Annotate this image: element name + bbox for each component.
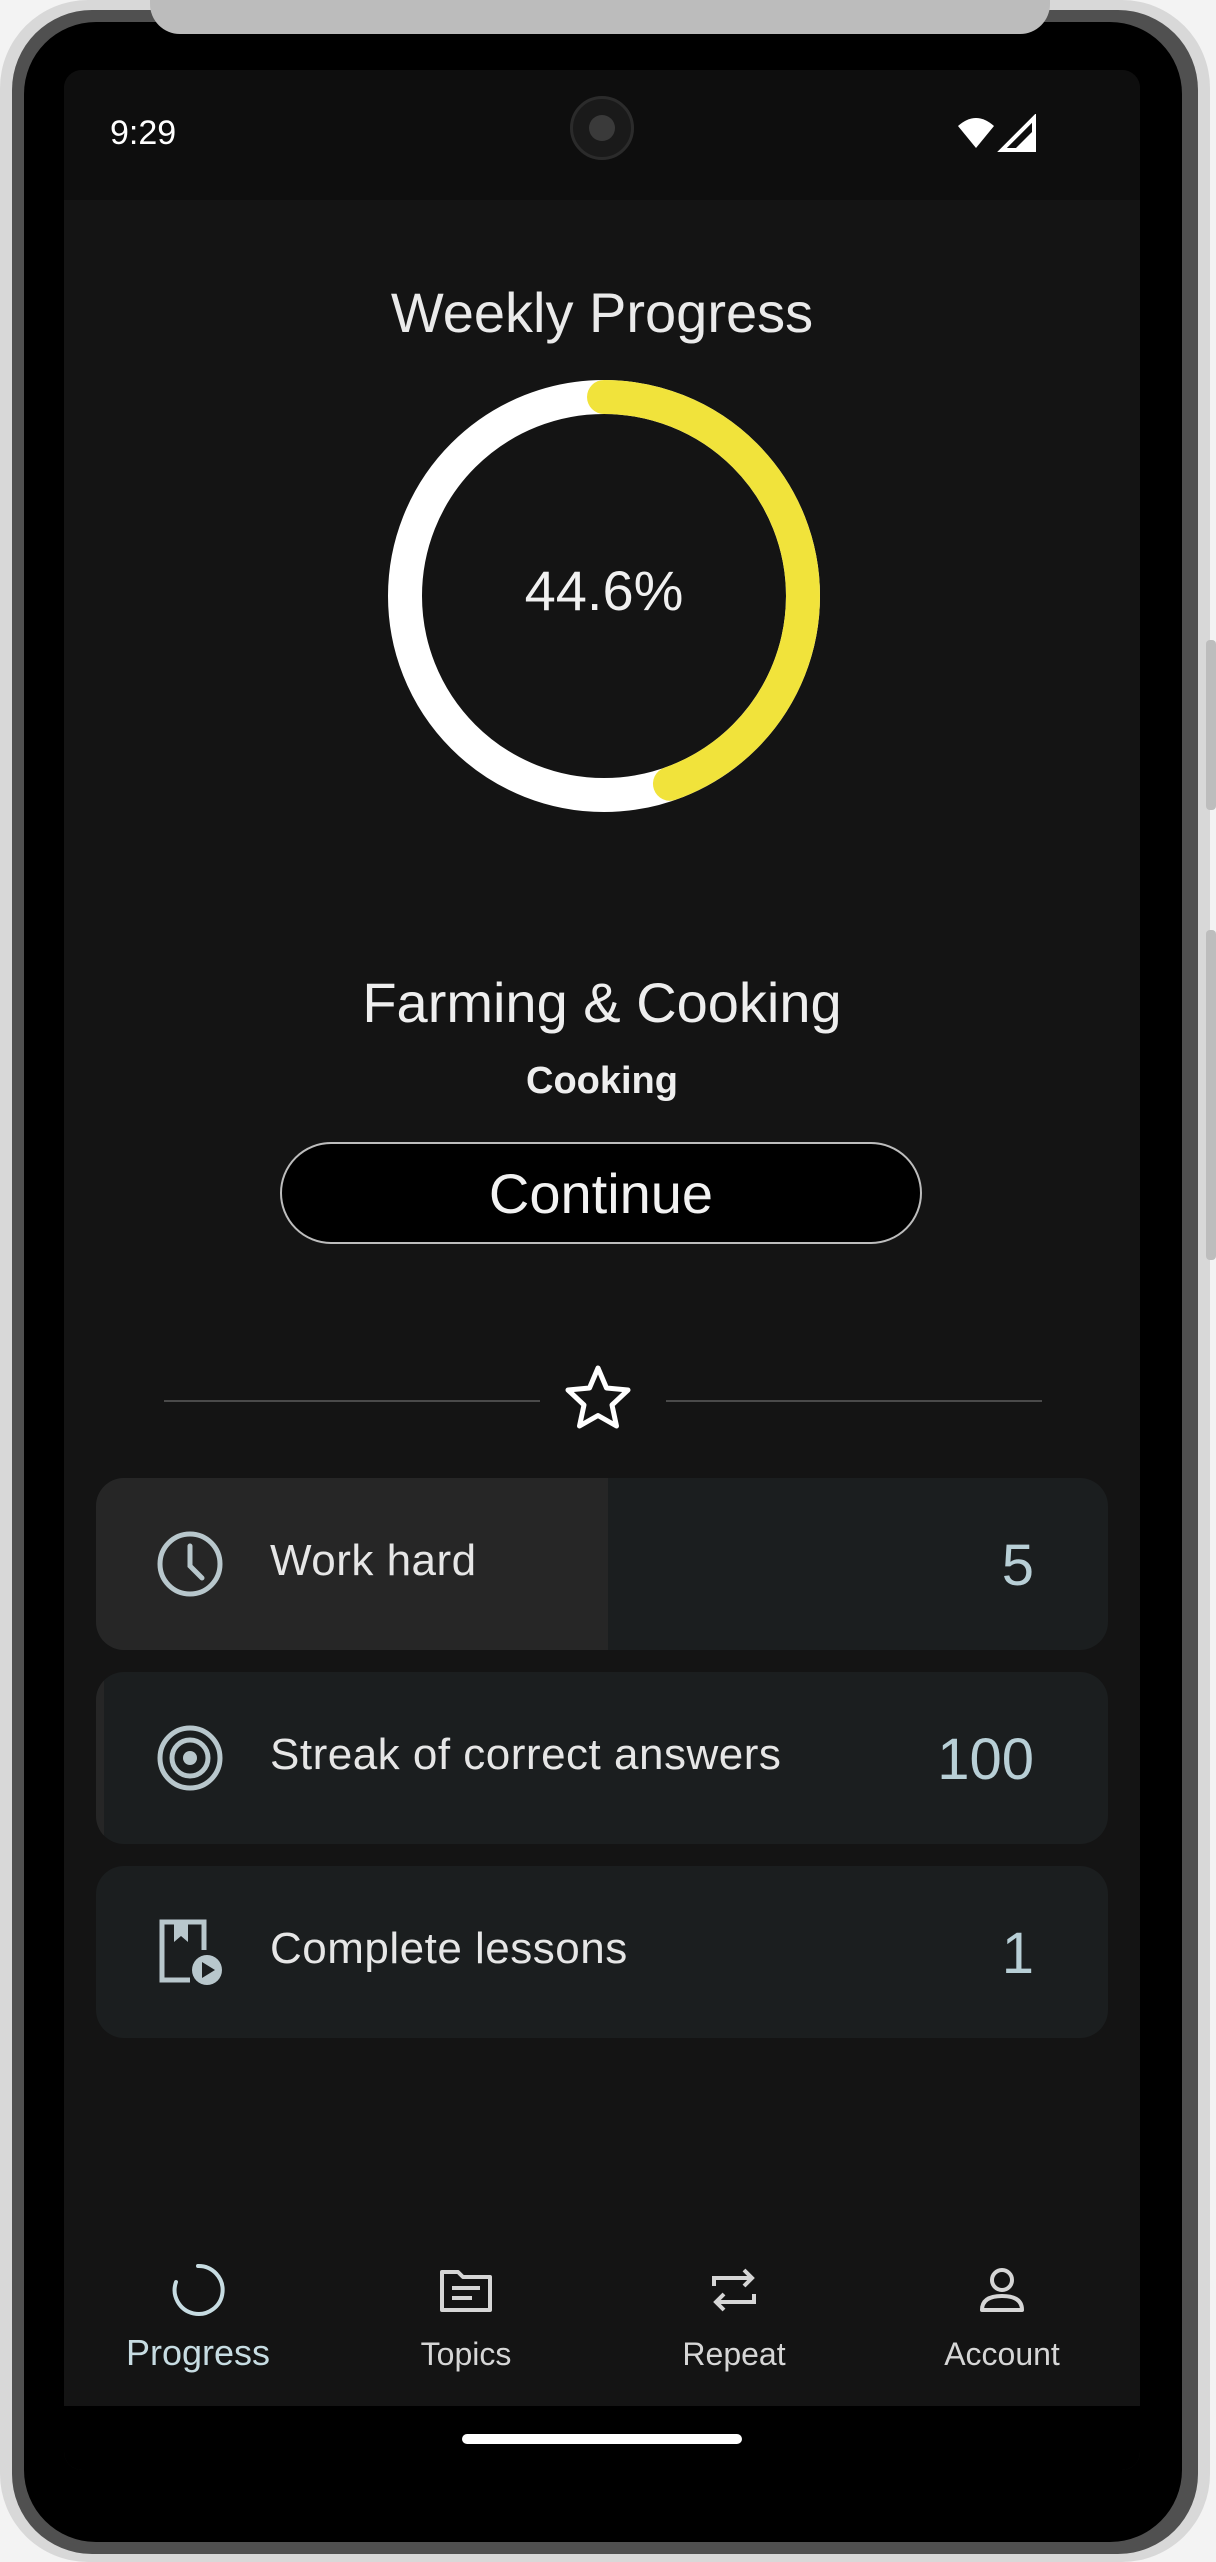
nav-item-account[interactable]: Account [868,2240,1136,2386]
topics-icon [440,2270,492,2312]
status-icons [958,114,1036,152]
progress-percent: 44.6% [524,559,684,622]
goal-value: 100 [937,1727,1034,1792]
repeat-icon [712,2268,756,2312]
phone-top-edge [150,0,1050,34]
star-icon [565,1365,631,1429]
nav-item-repeat[interactable]: Repeat [600,2240,868,2386]
divider-left [164,1400,540,1402]
target-icon [157,1725,223,1791]
nav-label: Account [944,2336,1060,2372]
goal-progress-fill [96,1672,104,1844]
power-button [1206,930,1216,1260]
app-screen: 9:29 Weekly Progress 44.6% Farming & Coo… [64,70,1140,2470]
device-frame: 9:29 Weekly Progress 44.6% Farming & Coo… [0,0,1216,2562]
goal-card-work-hard[interactable]: Work hard 5 [96,1478,1108,1650]
goal-value: 1 [1001,1921,1034,1986]
continue-button[interactable]: Continue [280,1142,922,1244]
status-time: 9:29 [110,114,177,152]
progress-icon [172,2263,225,2316]
goal-value: 5 [1001,1533,1034,1598]
subtopic-name: Cooking [526,1060,678,1102]
volume-button [1206,640,1216,810]
goal-label: Work hard [270,1536,477,1585]
account-icon [980,2268,1024,2312]
goal-card-complete-lessons[interactable]: Complete lessons 1 [96,1866,1108,2038]
status-bar: 9:29 [64,70,1140,200]
home-gesture-bar[interactable] [462,2434,742,2444]
front-camera [570,96,634,160]
lesson-play-icon [159,1919,222,1985]
nav-item-progress[interactable]: Progress [64,2240,332,2386]
goal-card-streak[interactable]: Streak of correct answers 100 [96,1672,1108,1844]
goal-label: Complete lessons [270,1924,628,1973]
bottom-navigation: Progress Topics Repeat Account [64,2240,1140,2386]
wifi-icon [958,118,994,148]
goal-label: Streak of correct answers [270,1730,782,1779]
nav-item-topics[interactable]: Topics [332,2240,600,2386]
nav-label: Progress [125,2332,271,2373]
topic-name: Farming & Cooking [362,971,842,1034]
nav-label: Topics [420,2336,512,2372]
divider-right [666,1400,1042,1402]
nav-label: Repeat [682,2336,786,2372]
weekly-progress-title: Weekly Progress [390,281,814,344]
clock-icon [157,1531,223,1597]
